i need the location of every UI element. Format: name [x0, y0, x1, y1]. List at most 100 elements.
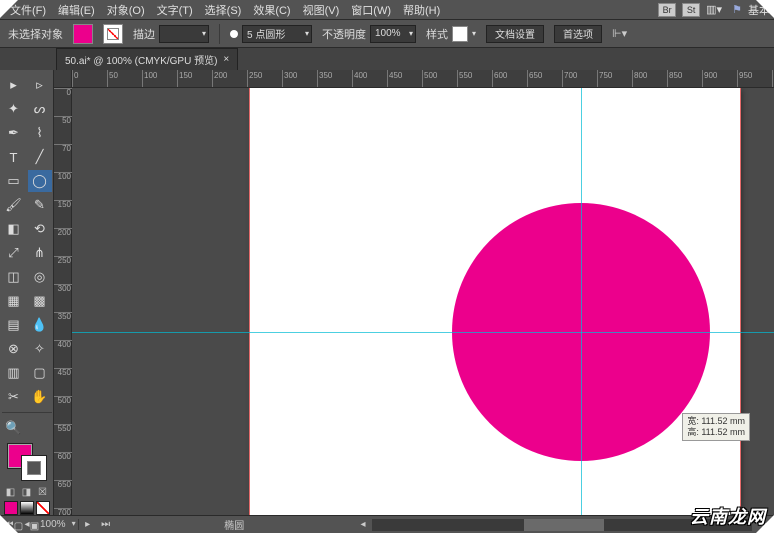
pen-tool[interactable]: ✒ — [2, 122, 26, 144]
menu-effect[interactable]: 效果(C) — [247, 0, 296, 20]
menubar-right-icons: Br St ▥▾ ⚑ 基本 — [658, 2, 770, 18]
preferences-button[interactable]: 首选项 — [554, 25, 602, 43]
ruler-h-tick: 300 — [282, 70, 297, 88]
ruler-v-tick: 100 — [54, 172, 72, 181]
stroke-weight-dropdown[interactable] — [159, 25, 209, 43]
scrollbar-thumb[interactable] — [524, 519, 604, 531]
status-bar: ⏮ ◂ 100% ▸ ⏭ 椭圆 ◂ ▸ — [0, 515, 774, 533]
menu-bar: 文件(F) 编辑(E) 对象(O) 文字(T) 选择(S) 效果(C) 视图(V… — [0, 0, 774, 20]
hand-tool[interactable]: ✋ — [28, 386, 52, 408]
swatch-none[interactable] — [36, 501, 50, 515]
lasso-tool[interactable]: ᔕ — [28, 98, 52, 120]
ruler-h-tick: 700 — [562, 70, 577, 88]
ruler-v-tick: 450 — [54, 368, 72, 377]
opacity-label: 不透明度 — [322, 26, 366, 42]
color-mode-icon[interactable]: ◧ — [4, 485, 18, 499]
stroke-swatch[interactable] — [103, 24, 123, 44]
ruler-h-tick: 350 — [317, 70, 332, 88]
selection-tool[interactable]: ▸ — [2, 74, 26, 96]
ruler-h-tick: 250 — [247, 70, 262, 88]
ruler-h-tick: 100 — [142, 70, 157, 88]
swatch-gradient[interactable] — [20, 501, 34, 515]
menu-select[interactable]: 选择(S) — [199, 0, 248, 20]
menu-view[interactable]: 视图(V) — [297, 0, 346, 20]
ellipse-tool[interactable]: ◯ — [28, 170, 52, 192]
arrange-docs-icon[interactable]: ▥▾ — [706, 3, 726, 17]
last-artboard-icon[interactable]: ⏭ — [97, 519, 115, 530]
next-artboard-icon[interactable]: ▸ — [79, 519, 97, 530]
ruler-h-tick: 50 — [107, 70, 118, 88]
slice-tool[interactable]: ✂ — [2, 386, 26, 408]
rotate-tool[interactable]: ⟲ — [28, 218, 52, 240]
brush-dropdown[interactable]: 5 点圆形 — [242, 25, 312, 43]
ruler-v-tick: 650 — [54, 480, 72, 489]
curvature-tool[interactable]: ⌇ — [28, 122, 52, 144]
fill-stroke-control[interactable] — [7, 443, 47, 481]
ruler-v-tick: 350 — [54, 312, 72, 321]
ruler-v-tick: 600 — [54, 452, 72, 461]
menu-object[interactable]: 对象(O) — [101, 0, 151, 20]
guide-horizontal[interactable] — [72, 332, 774, 333]
doc-setup-button[interactable]: 文档设置 — [486, 25, 544, 43]
control-bar: 未选择对象 描边 5 点圆形 不透明度 100% 样式 ▾ 文档设置 首选项 ⊩… — [0, 20, 774, 48]
align-icon[interactable]: ⊩▾ — [612, 27, 627, 40]
ruler-vertical[interactable]: 0507010015020025030035040045050055060065… — [54, 88, 72, 515]
free-transform-tool[interactable]: ◫ — [2, 266, 26, 288]
line-tool[interactable]: ╱ — [28, 146, 52, 168]
gradient-mode-icon[interactable]: ◨ — [20, 485, 34, 499]
gpu-icon[interactable]: ⚑ — [732, 3, 742, 16]
style-swatch[interactable] — [452, 26, 468, 42]
ruler-h-tick: 650 — [527, 70, 542, 88]
bridge-icon[interactable]: Br — [658, 3, 676, 17]
tab-close-icon[interactable]: × — [223, 54, 229, 65]
magic-wand-tool[interactable]: ✦ — [2, 98, 26, 120]
scale-tool[interactable]: ⤢ — [2, 242, 26, 264]
none-mode-icon[interactable]: ☒ — [36, 485, 50, 499]
ruler-h-tick: 150 — [177, 70, 192, 88]
fill-swatch[interactable] — [73, 24, 93, 44]
scroll-left-icon[interactable]: ◂ — [354, 519, 372, 530]
type-tool[interactable]: T — [2, 146, 26, 168]
ruler-horizontal[interactable]: 0501001502002503003504004505005506006507… — [54, 70, 774, 88]
document-tab[interactable]: 50.ai* @ 100% (CMYK/GPU 预览) × — [56, 48, 238, 70]
stock-icon[interactable]: St — [682, 3, 700, 17]
ruler-h-tick: 950 — [737, 70, 752, 88]
shape-builder-tool[interactable]: ◎ — [28, 266, 52, 288]
ruler-v-tick: 550 — [54, 424, 72, 433]
perspective-tool[interactable]: ▦ — [2, 290, 26, 312]
guide-vertical[interactable] — [581, 88, 582, 515]
swatch-magenta[interactable] — [4, 501, 18, 515]
eraser-tool[interactable]: ◧ — [2, 218, 26, 240]
tab-bar: 50.ai* @ 100% (CMYK/GPU 预览) × — [0, 48, 774, 70]
ruler-h-tick: 400 — [352, 70, 367, 88]
ruler-v-tick: 50 — [54, 116, 72, 125]
symbol-spray-tool[interactable]: ✧ — [28, 338, 52, 360]
menu-help[interactable]: 帮助(H) — [397, 0, 446, 20]
artboard-tool[interactable]: ▢ — [28, 362, 52, 384]
ruler-corner[interactable] — [54, 70, 72, 88]
ruler-h-tick: 600 — [492, 70, 507, 88]
opacity-dropdown[interactable]: 100% — [370, 25, 416, 43]
style-dd-icon[interactable]: ▾ — [472, 29, 476, 38]
menu-window[interactable]: 窗口(W) — [345, 0, 397, 20]
viewport[interactable]: 宽: 111.52 mm 高: 111.52 mm — [72, 88, 774, 515]
zoom-dropdown[interactable]: 100% — [36, 519, 79, 530]
menu-type[interactable]: 文字(T) — [151, 0, 199, 20]
blend-tool[interactable]: ⊗ — [2, 338, 26, 360]
watermark: 云南龙网 — [690, 503, 766, 529]
tab-title: 50.ai* @ 100% (CMYK/GPU 预览) — [65, 52, 217, 67]
gradient-tool[interactable]: ▤ — [2, 314, 26, 336]
eyedropper-tool[interactable]: 💧 — [28, 314, 52, 336]
mesh-tool[interactable]: ▩ — [28, 290, 52, 312]
paintbrush-tool[interactable]: 🖌 — [2, 194, 26, 216]
zoom-tool[interactable]: 🔍 — [2, 417, 26, 439]
column-graph-tool[interactable]: ▥ — [2, 362, 26, 384]
ruler-v-tick: 70 — [54, 144, 72, 153]
prev-artboard-icon[interactable]: ◂ — [18, 519, 36, 530]
width-tool[interactable]: ⋔ — [28, 242, 52, 264]
toolbox-stroke[interactable] — [21, 455, 47, 481]
menu-edit[interactable]: 编辑(E) — [52, 0, 101, 20]
rectangle-tool[interactable]: ▭ — [2, 170, 26, 192]
pencil-tool[interactable]: ✎ — [28, 194, 52, 216]
direct-select-tool[interactable]: ▹ — [28, 74, 52, 96]
